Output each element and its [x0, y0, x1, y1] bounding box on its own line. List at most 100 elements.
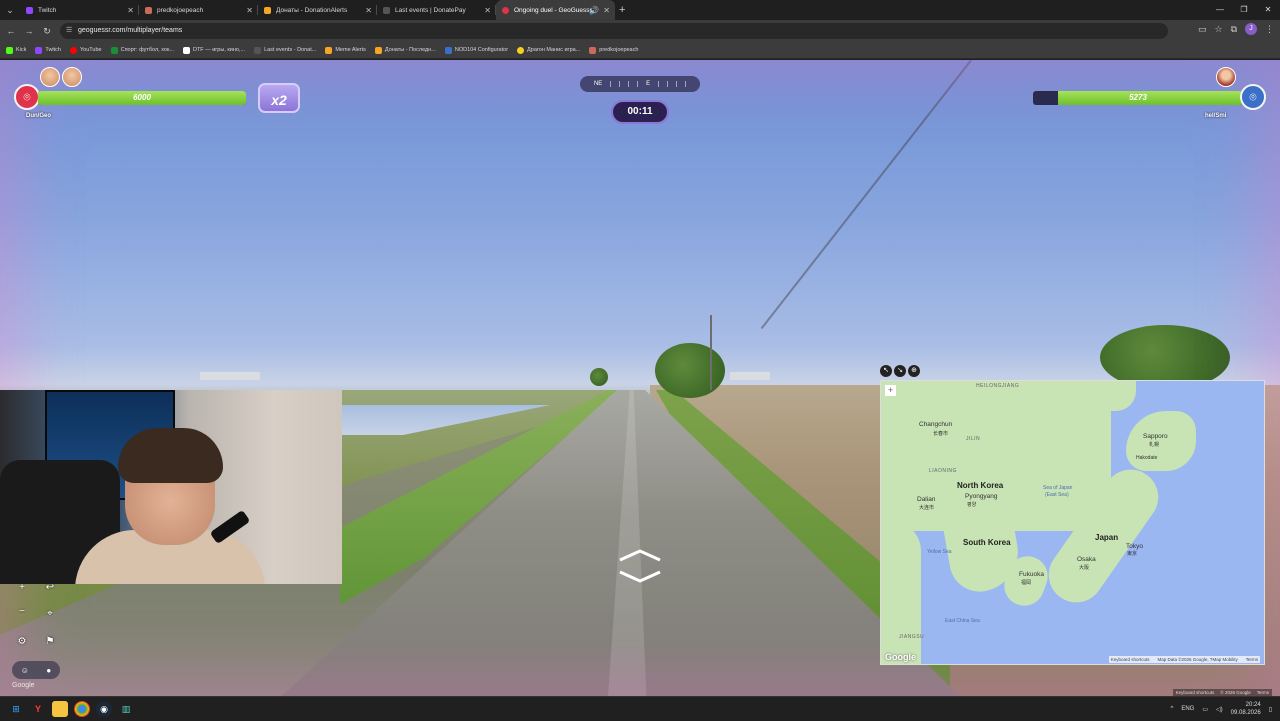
- map-google-logo: Google: [885, 652, 916, 662]
- bookmark-dragon[interactable]: Драгон Манис игра...: [517, 46, 580, 54]
- language-indicator[interactable]: ENG: [1181, 706, 1194, 712]
- bookmark-predkojoepeach[interactable]: predkojoepeach: [589, 46, 638, 54]
- right-team-avatars: [1216, 67, 1236, 87]
- tab-close-icon[interactable]: ✕: [246, 6, 253, 15]
- tab-title: Донаты - DonationAlerts: [276, 6, 348, 14]
- volume-icon[interactable]: ◁): [1216, 706, 1223, 713]
- bookmark-label: DTF — игры, кино,...: [192, 47, 246, 53]
- donationalerts-favicon-icon: [264, 6, 271, 14]
- map-label: 東京: [1127, 551, 1138, 557]
- bookmark-dtf[interactable]: DTF — игры, кино,...: [182, 46, 246, 54]
- close-window-button[interactable]: ✕: [1256, 0, 1280, 20]
- google-watermark: Google: [12, 682, 35, 689]
- player-avatar: ●: [46, 665, 52, 675]
- url-text: geoguessr.com/multiplayer/teams: [78, 27, 183, 34]
- bookmark-label: Спорт: футбол, хок...: [120, 47, 174, 53]
- bookmark-nod104[interactable]: NOD104 Configurator: [444, 46, 508, 54]
- map-terms-link[interactable]: Terms: [1246, 657, 1258, 662]
- emote-pill[interactable]: ☺ ●: [12, 661, 60, 679]
- chrome-icon[interactable]: [74, 701, 90, 717]
- tab-twitch[interactable]: Twitch ✕: [20, 0, 139, 20]
- bookmark-donationalerts[interactable]: Донаты - Последн...: [374, 46, 436, 54]
- bookmark-label: Twitch: [45, 47, 61, 53]
- file-explorer-icon[interactable]: [52, 701, 68, 717]
- cast-icon[interactable]: ▭: [1198, 24, 1207, 35]
- minimize-button[interactable]: —: [1208, 0, 1232, 20]
- map-expand-icon[interactable]: ↖: [880, 365, 892, 377]
- network-icon[interactable]: ▭: [1202, 706, 1208, 713]
- donatepay-favicon-icon: [383, 6, 390, 14]
- power-line: [760, 60, 972, 330]
- forward-arrow-icon[interactable]: →: [22, 26, 36, 36]
- tab-close-icon[interactable]: ✕: [484, 6, 491, 15]
- map-pin-icon[interactable]: ⊕: [908, 365, 920, 377]
- donationalerts-icon: [374, 46, 382, 54]
- right-team-hp: 5273: [1129, 93, 1147, 102]
- tab-close-icon[interactable]: ✕: [603, 6, 610, 15]
- webcam-person-hair: [118, 428, 223, 483]
- maximize-button[interactable]: ❐: [1232, 0, 1256, 20]
- bookmark-star-icon[interactable]: ☆: [1214, 24, 1222, 35]
- profile-avatar[interactable]: J: [1245, 23, 1257, 35]
- map-label: 札幌: [1149, 442, 1160, 448]
- tab-close-icon[interactable]: ✕: [127, 6, 134, 15]
- dtf-icon: [182, 46, 190, 54]
- undo-move-icon[interactable]: ↩: [42, 580, 58, 596]
- bookmark-donatepay[interactable]: Last events - Donat...: [254, 46, 316, 54]
- flag-icon[interactable]: ⚑: [42, 634, 58, 650]
- guess-map[interactable]: + HEILONGJIANG Changchun 长春市 JILIN LIAON…: [880, 380, 1265, 665]
- bookmark-twitch[interactable]: Twitch: [35, 46, 61, 54]
- settings-gear-icon[interactable]: ⚙: [14, 634, 30, 650]
- map-label: JIANGSU: [899, 634, 925, 640]
- keyboard-shortcuts-link[interactable]: Keyboard shortcuts: [1176, 690, 1215, 695]
- move-forward-arrow-icon[interactable]: [618, 548, 662, 562]
- tree: [655, 343, 725, 398]
- new-tab-button[interactable]: +: [619, 4, 625, 16]
- compass[interactable]: NE E: [580, 76, 700, 92]
- tab-close-icon[interactable]: ✕: [365, 6, 372, 15]
- tab-search-icon[interactable]: ⌄: [0, 5, 20, 16]
- bookmark-label: Kick: [16, 47, 27, 53]
- reload-icon[interactable]: ↻: [40, 26, 54, 37]
- browser-menu-icon[interactable]: ⋮: [1265, 24, 1274, 35]
- predkojoepeach-icon: [589, 46, 597, 54]
- tab-donationalerts[interactable]: Донаты - DonationAlerts ✕: [258, 0, 377, 20]
- extensions-icon[interactable]: ⧉: [1231, 24, 1237, 35]
- map-keyboard-shortcuts-link[interactable]: Keyboard shortcuts: [1111, 657, 1150, 662]
- map-label: 大连市: [919, 505, 935, 511]
- zoom-out-button[interactable]: −: [14, 604, 30, 620]
- move-backward-arrow-icon[interactable]: [618, 570, 662, 584]
- tab-geoguessr[interactable]: Ongoing duel - GeoGuessr 🔊 ✕: [496, 0, 615, 20]
- windows-start-icon[interactable]: ⊞: [8, 701, 24, 717]
- left-team-name: Dun/Geo: [26, 113, 51, 119]
- clock-time: 20:24: [1245, 702, 1261, 708]
- tab-donatepay[interactable]: Last events | DonatePay ✕: [377, 0, 496, 20]
- zoom-in-button[interactable]: +: [14, 580, 30, 596]
- yandex-browser-icon[interactable]: Y: [30, 701, 46, 717]
- bookmark-kick[interactable]: Kick: [6, 46, 27, 54]
- map-label: 평양: [967, 502, 977, 508]
- emote-icon[interactable]: ☺: [21, 666, 29, 675]
- sport-icon: [110, 46, 118, 54]
- back-arrow-icon[interactable]: ←: [4, 26, 18, 36]
- steam-icon[interactable]: ◉: [96, 701, 112, 717]
- bookmark-youtube[interactable]: YouTube: [69, 46, 102, 54]
- map-label: Changchun: [919, 421, 953, 428]
- url-input[interactable]: ☰ geoguessr.com/multiplayer/teams: [60, 23, 1168, 39]
- tray-overflow-icon[interactable]: ^: [1171, 706, 1174, 712]
- bookmark-sport[interactable]: Спорт: футбол, хок...: [110, 46, 174, 54]
- tab-predkojoepeach[interactable]: predkojoepeach ✕: [139, 0, 258, 20]
- map-zoom-in-button[interactable]: +: [885, 385, 896, 396]
- site-info-icon[interactable]: ☰: [66, 23, 72, 39]
- clock[interactable]: 20:24 09.08.2026: [1231, 701, 1261, 717]
- map-label: Yellow Sea: [927, 549, 952, 555]
- notifications-icon[interactable]: ▯: [1269, 706, 1272, 713]
- map-land-hokkaido: [1126, 411, 1196, 471]
- tab-close-icon[interactable]: 🔊: [589, 6, 599, 15]
- app-icon[interactable]: ▥: [118, 701, 134, 717]
- terms-link[interactable]: Terms: [1257, 690, 1269, 695]
- return-to-start-icon[interactable]: ⌖: [42, 606, 58, 622]
- player-avatar: [62, 67, 82, 87]
- map-shrink-icon[interactable]: ↘: [894, 365, 906, 377]
- bookmark-meme-alerts[interactable]: Meme Alerts: [325, 46, 366, 54]
